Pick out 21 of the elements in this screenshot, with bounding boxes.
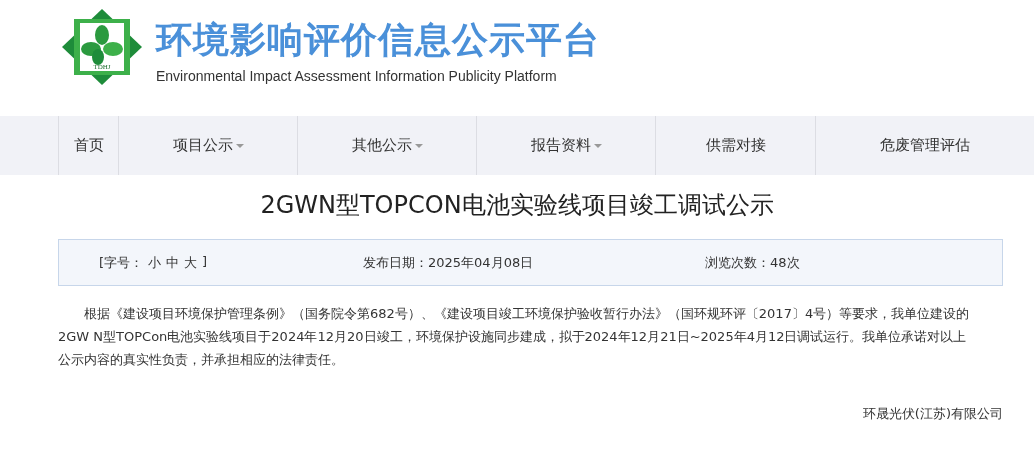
font-size-link[interactable]: 小 <box>148 253 162 272</box>
site-subtitle: Environmental Impact Assessment Information Publicity Platform <box>156 68 558 84</box>
caret-icon <box>414 143 423 148</box>
font-size-link[interactable]: 大 <box>184 253 198 272</box>
publish-date: 发布日期：2025年04月08日 <box>363 253 535 272</box>
nav-item[interactable]: 其他公示 <box>297 116 476 175</box>
nav-item[interactable]: 报告资料 <box>476 116 655 175</box>
article-title: 2GWN型TOPCON电池实验线项目竣工调试公示 <box>259 190 775 221</box>
font-size-label: [字号： <box>99 253 144 272</box>
view-count: 浏览次数：48次 <box>705 253 800 272</box>
caret-icon <box>235 143 244 148</box>
nav-item[interactable]: 供需对接 <box>655 116 815 175</box>
site-title: 环境影响评价信息公示平台 <box>156 20 600 60</box>
bracket: ] <box>202 253 208 271</box>
nav-item[interactable]: 危废管理评估 <box>815 116 1034 175</box>
font-size-link[interactable]: 中 <box>166 253 180 272</box>
caret-icon <box>593 143 602 148</box>
nav-item[interactable]: 首页 <box>58 116 118 175</box>
nav-item[interactable]: 项目公示 <box>118 116 297 175</box>
article-body: 根据《建设项目环境保护管理条例》（国务院令第682号）、《建设项目竣工环境保护验收暂行办法》（国环规环评〔2017〕4号）等要求，我单位建设的2GW N型TOPCon电池实验线项目于2024年12月20日竣工，环境保护设施同步建成，拟于2024年12月21日~2025年4月12日调试运行。我单位承诺对以上公示内容的真实性负责，并承担相应的法律责任。 <box>58 305 971 369</box>
signature: 环晟光伏(江苏)有限公司 <box>862 405 1003 423</box>
